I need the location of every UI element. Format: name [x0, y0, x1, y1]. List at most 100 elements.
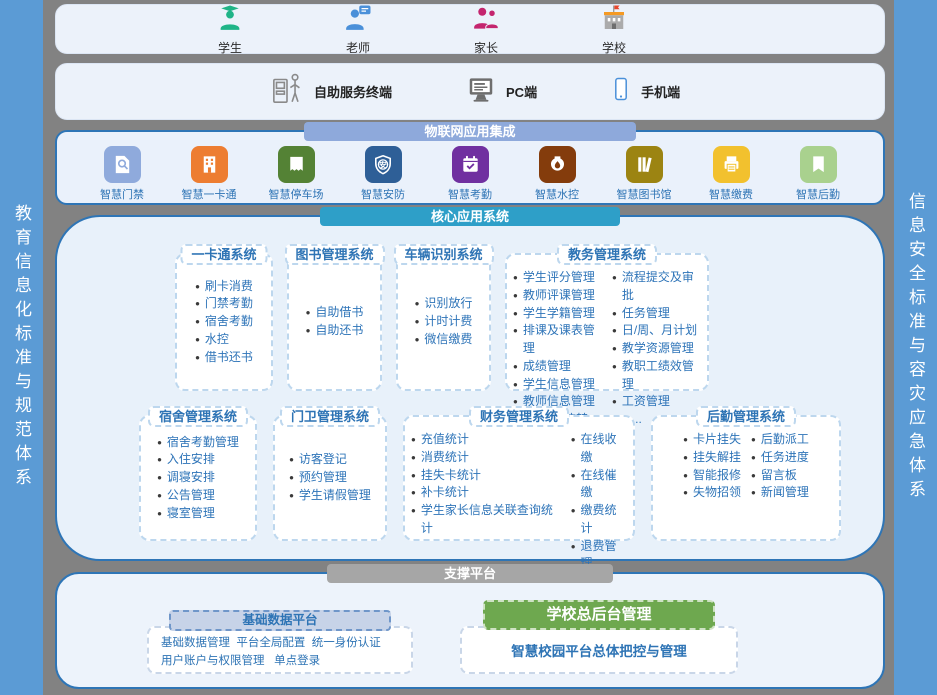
system-item: ●自助还书 [306, 322, 364, 340]
system-box-items: ●卡片挂失●挂失解挂●智能报修●失物招领●后勤派工●任务进度●留言板●新闻管理 [653, 417, 839, 539]
terminal-item: 自助服务终端 [268, 69, 392, 114]
system-item-label: 排课及课表管理 [523, 322, 602, 358]
payment-icon [713, 146, 750, 183]
bullet-icon: ● [612, 343, 617, 358]
bullet-icon: ● [411, 487, 416, 502]
iot-item: 智慧后勤 [783, 146, 853, 202]
base-platform-line: 基础数据管理 平台全局配置 统一身份认证 [161, 634, 399, 652]
system-item-label: 教学资源管理 [622, 340, 694, 358]
student-icon [215, 3, 245, 38]
iot-label: 智慧缴费 [709, 186, 753, 202]
system-item: ●入住安排 [157, 451, 239, 469]
right-sidebar: 信息安全标准与容灾应急体系 [894, 0, 937, 695]
user-label: 老师 [346, 39, 370, 56]
security-shield-icon: 安 [365, 146, 402, 183]
system-item-label: 教职工绩效管理 [622, 358, 701, 394]
logistics-icon [800, 146, 837, 183]
system-item-label: 充值统计 [421, 431, 469, 449]
system-item-column: ●流程提交及审批●任务管理●日/周、月计划●教学资源管理●教职工绩效管理●工资管… [612, 269, 701, 429]
bullet-icon: ● [513, 272, 518, 287]
system-item: ●智能报修 [683, 467, 741, 485]
system-item-label: 成绩管理 [523, 358, 571, 376]
bullet-icon: ● [157, 508, 162, 523]
system-item-label: 入住安排 [167, 451, 215, 469]
system-item: ●补卡统计 [411, 484, 561, 502]
school-admin-description: 智慧校园平台总体把控与管理 [511, 640, 687, 660]
iot-item: 智慧水控 [522, 146, 592, 202]
user-item-学校: 学校 [592, 3, 636, 56]
system-item-label: 日/周、月计划 [622, 322, 697, 340]
system-item-label: 自助借书 [315, 304, 363, 322]
terminal-label: PC端 [506, 82, 537, 101]
bullet-icon: ● [195, 316, 200, 331]
user-label: 学校 [602, 39, 626, 56]
iot-item: 智慧一卡通 [174, 146, 244, 202]
bullet-icon: ● [157, 472, 162, 487]
bullet-icon: ● [683, 452, 688, 467]
base-data-platform-box: 基础数据管理 平台全局配置 统一身份认证 用户账户与权限管理 单点登录 [147, 626, 413, 674]
iot-item: 智慧门禁 [87, 146, 157, 202]
system-item: ●日/周、月计划 [612, 322, 701, 340]
system-item: ●充值统计 [411, 431, 561, 449]
bullet-icon: ● [513, 290, 518, 305]
system-item-label: 微信缴费 [424, 331, 472, 349]
bullet-icon: ● [411, 470, 416, 485]
user-item-老师: 老师 [336, 3, 380, 56]
system-box-items: ●自助借书●自助还书 [289, 255, 380, 389]
system-item: ●自助借书 [306, 304, 364, 322]
system-box-items: ●访客登记●预约管理●学生请假管理 [275, 417, 385, 539]
system-item: ●刷卡消费 [195, 278, 253, 296]
iot-label: 智慧考勤 [448, 186, 492, 202]
system-item-column: ●访客登记●预约管理●学生请假管理 [289, 451, 371, 504]
system-item: ●门禁考勤 [195, 295, 253, 313]
bullet-icon: ● [612, 361, 617, 394]
terminals-row: 自助服务终端 PC端 手机端 [56, 64, 884, 119]
terminal-item: 手机端 [609, 72, 680, 111]
iot-item: 智慧图书馆 [609, 146, 679, 202]
system-item-label: 访客登记 [299, 451, 347, 469]
system-item: ●寝室管理 [157, 505, 239, 523]
iot-item: 安智慧安防 [348, 146, 418, 202]
system-item: ●留言板 [751, 467, 809, 485]
campus-card-icon [191, 146, 228, 183]
system-item: ●识别放行 [415, 295, 473, 313]
system-item: ●教职工绩效管理 [612, 358, 701, 394]
system-item: ●访客登记 [289, 451, 371, 469]
system-item: ● 教学资源管理 [612, 340, 701, 358]
system-item-label: 在线催缴 [581, 467, 627, 503]
system-item: ●调寝安排 [157, 469, 239, 487]
system-item-label: 工资管理 [622, 393, 670, 411]
core-panel-banner: 核心应用系统 [320, 207, 620, 226]
system-box: 门卫管理系统●访客登记●预约管理●学生请假管理 [273, 415, 387, 541]
system-item-label: 挂失解挂 [693, 449, 741, 467]
core-systems-row-1: 一卡通系统●刷卡消费●门禁考勤●宿舍考勤●水控●借书还书图书管理系统●自助借书●… [175, 253, 709, 391]
iot-label: 智慧水控 [535, 186, 579, 202]
system-item-label: 智能报修 [693, 467, 741, 485]
system-item-label: 学生请假管理 [299, 487, 371, 505]
iot-label: 智慧安防 [361, 186, 405, 202]
bullet-icon: ● [415, 334, 420, 349]
support-panel-banner: 支撑平台 [327, 564, 613, 583]
system-item: ●工资管理 [612, 393, 701, 411]
system-box: 一卡通系统●刷卡消费●门禁考勤●宿舍考勤●水控●借书还书 [175, 253, 273, 391]
support-platform-panel: 支撑平台 基础数据平台 基础数据管理 平台全局配置 统一身份认证 用户账户与权限… [55, 572, 885, 689]
system-item-label: 教师评课管理 [523, 287, 595, 305]
system-item-column: ●识别放行●计时计费●微信缴费 [415, 295, 473, 348]
system-item: ●失物招领 [683, 484, 741, 502]
system-box: 教务管理系统●学生评分管理●教师评课管理●学生学籍管理●排课及课表管理●成绩管理… [505, 253, 709, 391]
users-row: 学生老师家长学校 [56, 5, 884, 53]
system-item: ●新闻管理 [751, 484, 809, 502]
system-item-label: 学生家长信息关联查询统计 [421, 502, 561, 538]
system-item: ●学生学籍管理 [513, 305, 602, 323]
system-box-title: 教务管理系统 [557, 244, 657, 265]
bullet-icon: ● [289, 490, 294, 505]
teacher-icon [343, 3, 373, 38]
svg-text:安: 安 [379, 159, 387, 169]
school-admin-box: 智慧校园平台总体把控与管理 [460, 626, 738, 674]
system-box-items: ●宿舍考勤管理●入住安排●调寝安排●公告管理●寝室管理 [141, 417, 255, 539]
system-item-label: 刷卡消费 [205, 278, 253, 296]
base-data-platform: 基础数据平台 基础数据管理 平台全局配置 统一身份认证 用户账户与权限管理 单点… [147, 626, 413, 674]
bullet-icon: ● [195, 352, 200, 367]
system-item: ●缴费统计 [571, 502, 627, 538]
user-label: 家长 [474, 39, 498, 56]
